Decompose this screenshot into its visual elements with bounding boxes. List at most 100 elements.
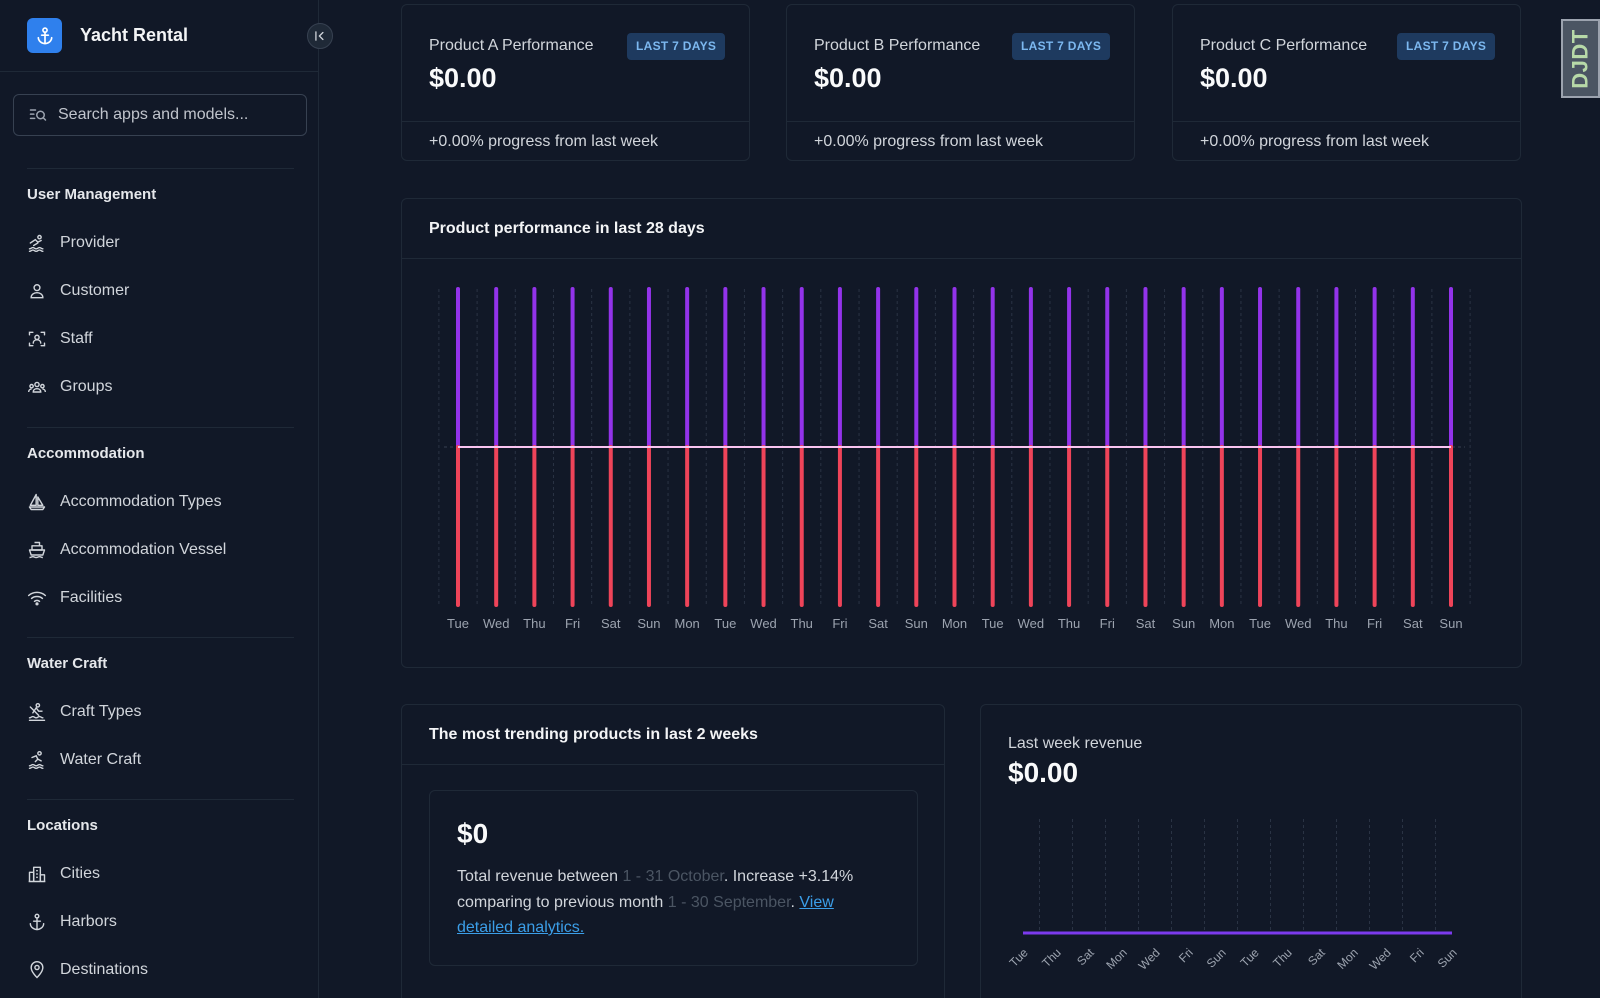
sidebar-item-label: Groups bbox=[60, 378, 113, 395]
wifi-icon bbox=[27, 588, 47, 608]
x-tick-label: Fri bbox=[1407, 946, 1427, 966]
sidebar-item-destinations[interactable]: Destinations bbox=[27, 958, 148, 982]
x-tick-label: Thu bbox=[1270, 946, 1295, 971]
x-tick-label: Wed bbox=[1285, 616, 1312, 631]
sidebar-item-groups[interactable]: Groups bbox=[27, 375, 112, 399]
sidebar-item-label: Customer bbox=[60, 282, 130, 299]
section-user-management: User Management bbox=[27, 186, 157, 203]
sidebar-item-label: Provider bbox=[60, 234, 120, 251]
description-text: Total revenue between bbox=[457, 868, 623, 885]
search-box[interactable] bbox=[13, 94, 307, 136]
sailboat-icon bbox=[27, 492, 47, 512]
x-tick-label: Fri bbox=[1176, 946, 1196, 966]
trending-description: Total revenue between 1 - 31 October. In… bbox=[457, 864, 890, 941]
sidebar-item-cities[interactable]: Cities bbox=[27, 862, 100, 886]
x-tick-label: Tue bbox=[1238, 945, 1262, 969]
divider bbox=[27, 168, 294, 169]
card-value: $0.00 bbox=[1200, 63, 1268, 93]
card-footer: +0.00% progress from last week bbox=[402, 121, 749, 162]
collapse-sidebar-button[interactable] bbox=[307, 23, 333, 49]
anchor-logo-icon[interactable] bbox=[27, 18, 62, 53]
section-locations: Locations bbox=[27, 817, 98, 834]
x-tick-label: Sat bbox=[1305, 945, 1328, 968]
sidebar-item-label: Water Craft bbox=[60, 751, 142, 768]
sidebar-item-label: Cities bbox=[60, 865, 101, 882]
x-tick-label: Wed bbox=[1136, 946, 1163, 973]
sidebar-item-accommodation-vessel[interactable]: Accommodation Vessel bbox=[27, 538, 226, 562]
x-tick-label: Thu bbox=[1325, 616, 1347, 631]
sidebar-item-accommodation-types[interactable]: Accommodation Types bbox=[27, 490, 222, 514]
revenue-chart: Tue Thu Sat Mon Wed Fri Sun Tue Thu Sat Mon Wed Fri S… bbox=[1007, 819, 1460, 973]
search-input[interactable] bbox=[58, 106, 298, 124]
period-badge: LAST 7 DAYS bbox=[1397, 33, 1496, 60]
product-b-card: Product B Performance LAST 7 DAYS $0.00 … bbox=[786, 4, 1135, 161]
sidebar-item-facilities[interactable]: Facilities bbox=[27, 586, 122, 610]
x-tick-label: Sun bbox=[1204, 946, 1229, 971]
period-badge: LAST 7 DAYS bbox=[627, 33, 726, 60]
card-value: $0.00 bbox=[429, 63, 497, 93]
collapse-left-icon bbox=[315, 31, 324, 41]
performance-chart-card: Product performance in last 28 days Tue W… bbox=[401, 198, 1522, 668]
x-tick-label: Mon bbox=[1334, 946, 1360, 972]
sidebar-item-craft-types[interactable]: Craft Types bbox=[27, 700, 142, 724]
section-accommodation: Accommodation bbox=[27, 445, 145, 462]
debug-toolbar-label: DJDT bbox=[1567, 28, 1593, 89]
x-tick-label: Thu bbox=[1058, 616, 1080, 631]
revenue-card: Last week revenue $0.00 Tue Thu Sat Mon Wed F… bbox=[980, 704, 1522, 998]
period-badge: LAST 7 DAYS bbox=[1012, 33, 1111, 60]
product-c-card: Product C Performance LAST 7 DAYS $0.00 … bbox=[1172, 4, 1521, 161]
sidebar-item-customer[interactable]: Customer bbox=[27, 279, 129, 303]
chart-title: Product performance in last 28 days bbox=[402, 199, 1521, 259]
divider bbox=[27, 427, 294, 428]
x-tick-label: Thu bbox=[791, 616, 813, 631]
x-tick-label: Tue bbox=[447, 616, 469, 631]
sidebar-item-label: Harbors bbox=[60, 913, 117, 930]
x-tick-label: Tue bbox=[1007, 945, 1031, 969]
ship-icon bbox=[27, 540, 47, 560]
sidebar-item-harbors[interactable]: Harbors bbox=[27, 910, 117, 934]
x-tick-label: Fri bbox=[565, 616, 580, 631]
x-tick-label: Fri bbox=[1100, 616, 1115, 631]
sidebar-item-label: Accommodation Types bbox=[60, 493, 222, 510]
app-title[interactable]: Yacht Rental bbox=[80, 25, 188, 46]
debug-toolbar-toggle[interactable]: DJDT bbox=[1561, 19, 1600, 98]
sidebar-item-water-craft[interactable]: Water Craft bbox=[27, 748, 141, 772]
card-footer: +0.00% progress from last week bbox=[1173, 121, 1520, 162]
sidebar-item-provider[interactable]: Provider bbox=[27, 231, 120, 255]
x-tick-label: Sat bbox=[868, 616, 888, 631]
date-range: 1 - 30 September bbox=[667, 893, 791, 911]
x-tick-label: Sat bbox=[1403, 616, 1423, 631]
x-tick-label: Thu bbox=[523, 616, 545, 631]
card-footer: +0.00% progress from last week bbox=[787, 121, 1134, 162]
section-water-craft: Water Craft bbox=[27, 655, 108, 672]
x-tick-label: Tue bbox=[1249, 616, 1271, 631]
trending-summary: $0 Total revenue between 1 - 31 October.… bbox=[429, 790, 918, 966]
card-title: Product C Performance bbox=[1200, 37, 1368, 54]
x-tick-label: Sun bbox=[1435, 946, 1460, 971]
map-pin-icon bbox=[27, 960, 47, 980]
groups-icon bbox=[27, 377, 47, 397]
trending-card: The most trending products in last 2 wee… bbox=[401, 704, 945, 998]
x-tick-label: Wed bbox=[483, 616, 510, 631]
x-tick-label: Wed bbox=[1018, 616, 1045, 631]
x-tick-label: Mon bbox=[675, 616, 700, 631]
trending-amount: $0 bbox=[457, 818, 489, 849]
x-tick-label: Fri bbox=[1367, 616, 1382, 631]
sidebar-item-label: Craft Types bbox=[60, 703, 142, 720]
x-tick-label: Tue bbox=[982, 616, 1004, 631]
x-tick-label: Thu bbox=[1039, 946, 1064, 971]
id-badge-icon bbox=[27, 329, 47, 349]
sidebar-item-staff[interactable]: Staff bbox=[27, 327, 93, 351]
card-title: Product B Performance bbox=[814, 37, 981, 54]
sidebar-item-label: Accommodation Vessel bbox=[60, 541, 227, 558]
date-range: 1 - 31 October bbox=[622, 868, 724, 885]
revenue-value: $0.00 bbox=[1008, 757, 1079, 788]
divider bbox=[27, 799, 294, 800]
rowing-icon bbox=[27, 702, 47, 722]
x-tick-label: Mon bbox=[1103, 946, 1129, 972]
sidebar: Yacht Rental User Management Provider Cu… bbox=[0, 0, 319, 998]
search-icon bbox=[29, 109, 47, 121]
x-tick-label: Sun bbox=[905, 616, 928, 631]
trending-title: The most trending products in last 2 wee… bbox=[402, 705, 944, 765]
card-title: Product A Performance bbox=[429, 37, 594, 54]
